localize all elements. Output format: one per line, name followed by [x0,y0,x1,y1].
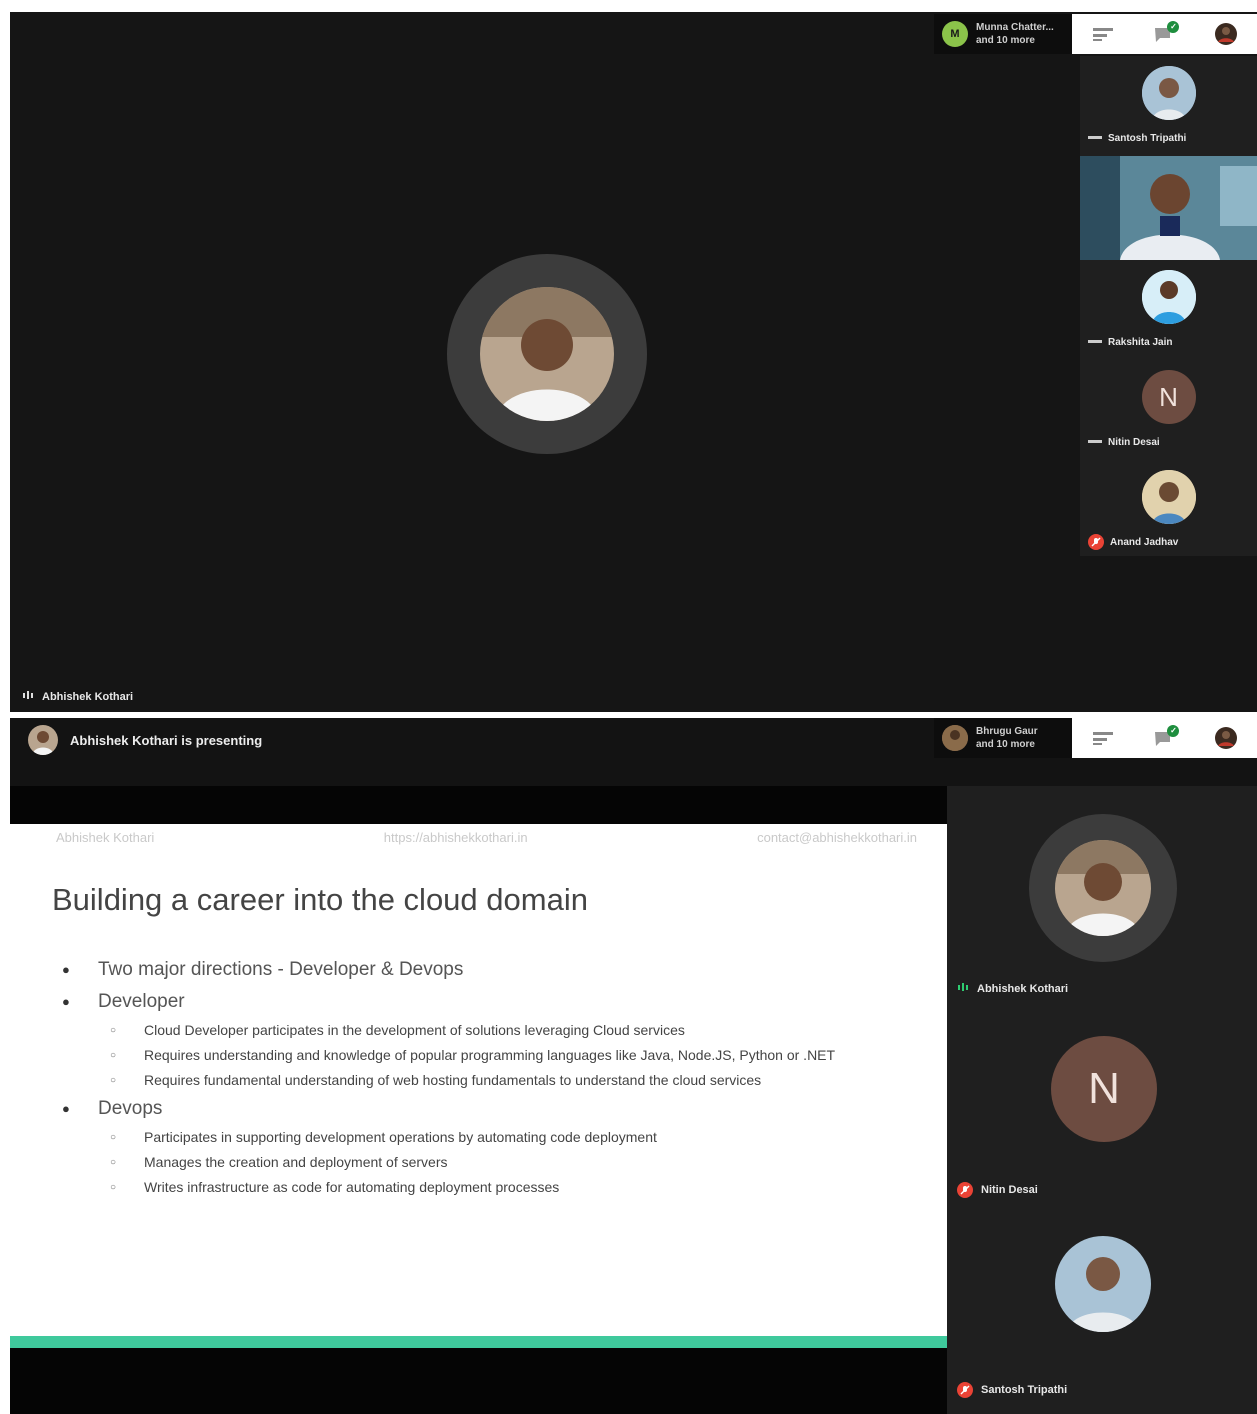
mic-level-icon [957,982,969,995]
participant-stack[interactable]: M Munna Chatter... and 10 more [934,14,1072,54]
participant-name: Anand Jadhav [1110,536,1179,548]
sub-bullet-item: Participates in supporting development o… [98,1125,920,1150]
meeting-toolbar: ✓ [1072,718,1257,758]
layout-icon[interactable] [1090,23,1116,45]
self-avatar-icon[interactable] [1213,23,1239,45]
avatar-ring [1029,814,1177,962]
speaker-label: Abhishek Kothari [22,690,133,703]
avatar-initial: N [1141,370,1196,424]
mic-off-icon [957,1182,973,1198]
participant-tile[interactable]: Santosh Tripathi [947,1206,1257,1406]
mic-level-icon [1088,133,1102,143]
active-speaker-avatar [447,254,647,454]
chat-badge-icon: ✓ [1167,725,1180,737]
participant-tile[interactable]: Santosh Tripathi [1080,56,1257,156]
presenting-banner: Abhishek Kothari is presenting [28,724,262,756]
bullet-item: Devops Participates in supporting develo… [60,1093,920,1200]
avatar [1055,1236,1151,1332]
slide-letterbox-top [10,786,947,824]
chat-icon[interactable]: ✓ [1151,725,1180,749]
participant-stack-count: and 10 more [976,739,1035,750]
participant-stack-count: and 10 more [976,35,1035,46]
meeting-toolbar: ✓ [1072,14,1257,54]
participant-name: Abhishek Kothari [977,982,1069,995]
chat-icon[interactable]: ✓ [1151,21,1180,45]
bullet-item: Two major directions - Developer & Devop… [60,954,920,986]
sub-bullet-item: Writes infrastructure as code for automa… [98,1175,920,1200]
slide-title: Building a career into the cloud domain [52,882,588,917]
participant-name: Santosh Tripathi [981,1384,1068,1396]
chat-badge-icon: ✓ [1167,21,1180,33]
layout-icon[interactable] [1090,727,1116,749]
bottom-meeting-view: Abhishek Kothari is presenting Bhrugu Ga… [10,718,1257,1414]
participant-stack[interactable]: Bhrugu Gaur and 10 more [934,718,1072,758]
speaker-name: Abhishek Kothari [42,690,134,703]
slide-bullets: Two major directions - Developer & Devop… [60,954,920,1200]
participant-name: Nitin Desai [981,1184,1038,1196]
participant-name: Nitin Desai [1108,436,1160,448]
mic-level-icon [1088,337,1102,347]
participant-video-tile[interactable] [1080,156,1257,260]
slide-letterbox-bottom [10,1348,947,1414]
participant-avatar [942,725,968,751]
bullet-item: Developer Cloud Developer participates i… [60,986,920,1093]
sub-bullet-item: Requires understanding and knowledge of … [98,1043,920,1068]
participant-tile[interactable]: Anand Jadhav [1080,460,1257,560]
mic-off-icon [1088,534,1104,550]
avatar [1141,270,1196,324]
slide-header: Abhishek Kothari https://abhishekkothari… [56,830,917,846]
participant-stack-name: Munna Chatter... [976,22,1054,33]
participant-name: Santosh Tripathi [1108,132,1187,144]
sub-bullet-item: Requires fundamental understanding of we… [98,1068,920,1093]
top-meeting-view: M Munna Chatter... and 10 more ✓ Santosh… [10,12,1257,712]
sub-bullet-item: Cloud Developer participates in the deve… [98,1018,920,1043]
slide-accent-bar [10,1336,947,1348]
slide-website: https://abhishekkothari.in [383,830,528,845]
avatar [480,287,614,421]
avatar [1141,66,1196,120]
participant-tile[interactable]: Abhishek Kothari [947,806,1257,1006]
mic-level-icon [22,690,34,703]
participant-name: Rakshita Jain [1108,336,1173,348]
participant-tile[interactable]: Rakshita Jain [1080,260,1257,360]
presentation-slide: Abhishek Kothari https://abhishekkothari… [10,824,947,1348]
mic-level-icon [1088,437,1102,447]
participants-sidebar: Santosh Tripathi Rakshita Jain N Nitin D… [1080,56,1257,556]
mic-off-icon [957,1382,973,1398]
participant-tile[interactable]: N Nitin Desai [1080,360,1257,460]
avatar-initial: N [1051,1036,1157,1142]
participants-sidebar: Abhishek Kothari N Nitin Desai Santosh T… [947,786,1257,1414]
presenting-text: Abhishek Kothari is presenting [70,732,263,748]
slide-email: contact@abhishekkothari.in [757,830,917,845]
video-feed [1080,156,1257,260]
participant-stack-name: Bhrugu Gaur [976,726,1038,737]
self-avatar-icon[interactable] [1213,727,1239,749]
slide-author: Abhishek Kothari [56,830,155,845]
avatar [1055,840,1151,936]
presenter-avatar [28,725,58,755]
sub-bullet-item: Manages the creation and deployment of s… [98,1150,920,1175]
avatar [1141,470,1196,524]
participant-tile[interactable]: N Nitin Desai [947,1006,1257,1206]
participant-avatar: M [942,21,968,47]
